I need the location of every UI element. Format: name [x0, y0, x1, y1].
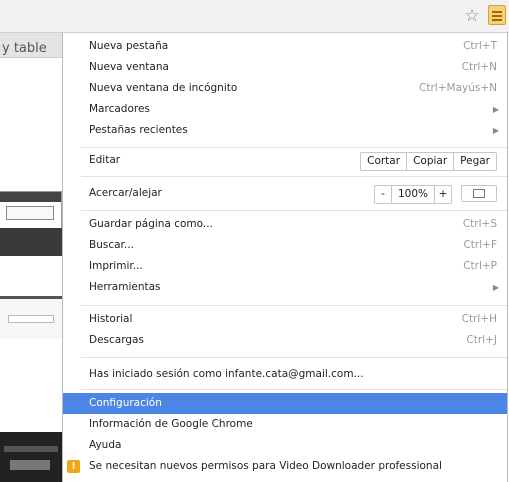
- warning-icon: !: [67, 460, 80, 473]
- menu-item-shortcut: Ctrl+J: [466, 334, 497, 346]
- paste-button[interactable]: Pegar: [454, 153, 496, 170]
- menu-item-new-window[interactable]: Nueva ventana Ctrl+N: [63, 57, 507, 78]
- background-thumbnail: [0, 191, 62, 256]
- cut-button[interactable]: Cortar: [361, 153, 408, 170]
- menu-item-label: Acercar/alejar: [89, 187, 162, 199]
- zoom-in-button[interactable]: +: [435, 186, 451, 203]
- menu-item-shortcut: Ctrl+Mayús+N: [419, 82, 497, 94]
- menu-item-label: Nueva ventana de incógnito: [89, 82, 238, 94]
- chrome-menu-button[interactable]: [488, 5, 506, 25]
- menu-item-label: Has iniciado sesión como infante.cata@gm…: [89, 368, 364, 380]
- menu-item-save-page[interactable]: Guardar página como... Ctrl+S: [63, 214, 507, 235]
- background-page-text: y table: [2, 41, 47, 56]
- menu-item-tools[interactable]: Herramientas ▶: [63, 277, 507, 298]
- menu-item-label: Ayuda: [89, 439, 122, 451]
- menu-item-recent-tabs[interactable]: Pestañas recientes ▶: [63, 120, 507, 141]
- chrome-main-menu: Nueva pestaña Ctrl+T Nueva ventana Ctrl+…: [62, 33, 508, 482]
- menu-item-label: Descargas: [89, 334, 144, 346]
- submenu-arrow-icon: ▶: [492, 283, 499, 292]
- menu-item-label: Buscar...: [89, 239, 134, 251]
- fullscreen-button[interactable]: [461, 185, 497, 202]
- menu-item-label: Editar: [89, 154, 121, 166]
- menu-item-edit: Editar Cortar Copiar Pegar: [63, 150, 507, 171]
- menu-item-shortcut: Ctrl+F: [463, 239, 497, 251]
- menu-item-new-tab[interactable]: Nueva pestaña Ctrl+T: [63, 36, 507, 57]
- zoom-level: 100%: [390, 186, 435, 203]
- menu-separator: [81, 176, 507, 177]
- menu-item-label: Imprimir...: [89, 260, 143, 272]
- menu-item-shortcut: Ctrl+T: [463, 40, 497, 52]
- menu-item-label: Historial: [89, 313, 133, 325]
- menu-item-label: Pestañas recientes: [89, 124, 188, 136]
- menu-item-label: Configuración: [89, 397, 162, 409]
- menu-item-label: Nueva ventana: [89, 61, 169, 73]
- menu-item-shortcut: Ctrl+P: [463, 260, 497, 272]
- menu-item-downloads[interactable]: Descargas Ctrl+J: [63, 330, 507, 351]
- menu-item-label: Información de Google Chrome: [89, 418, 253, 430]
- menu-item-shortcut: Ctrl+N: [461, 61, 497, 73]
- menu-separator: [81, 389, 507, 390]
- submenu-arrow-icon: ▶: [492, 126, 499, 135]
- menu-item-signed-in[interactable]: Has iniciado sesión como infante.cata@gm…: [63, 364, 507, 385]
- menu-separator: [81, 357, 507, 358]
- menu-item-label: Nueva pestaña: [89, 40, 169, 52]
- edit-button-group: Cortar Copiar Pegar: [360, 152, 497, 171]
- menu-item-shortcut: Ctrl+S: [462, 218, 497, 230]
- background-thumbnail: [0, 296, 62, 339]
- menu-item-find[interactable]: Buscar... Ctrl+F: [63, 235, 507, 256]
- menu-separator: [81, 147, 507, 148]
- menu-item-bookmarks[interactable]: Marcadores ▶: [63, 99, 507, 120]
- submenu-arrow-icon: ▶: [492, 105, 499, 114]
- menu-item-permissions[interactable]: ! Se necesitan nuevos permisos para Vide…: [63, 456, 507, 477]
- menu-item-help[interactable]: Ayuda: [63, 435, 507, 456]
- menu-item-label: Herramientas: [89, 281, 161, 293]
- menu-item-settings[interactable]: Configuración: [63, 393, 507, 414]
- copy-button[interactable]: Copiar: [407, 153, 455, 170]
- menu-item-label: Guardar página como...: [89, 218, 213, 230]
- menu-item-zoom: Acercar/alejar - 100% +: [63, 183, 507, 204]
- menu-item-incognito[interactable]: Nueva ventana de incógnito Ctrl+Mayús+N: [63, 78, 507, 99]
- menu-bar-icon: [492, 15, 502, 17]
- menu-separator: [81, 210, 507, 211]
- menu-item-print[interactable]: Imprimir... Ctrl+P: [63, 256, 507, 277]
- menu-bar-icon: [492, 11, 502, 13]
- zoom-control: - 100% +: [373, 185, 452, 204]
- menu-separator: [81, 305, 507, 306]
- bookmark-star-icon[interactable]: ☆: [463, 7, 481, 25]
- menu-item-label: Marcadores: [89, 103, 150, 115]
- background-thumbnail: [0, 432, 62, 482]
- menu-item-label: Se necesitan nuevos permisos para Video …: [89, 460, 442, 472]
- menu-bar-icon: [492, 19, 502, 21]
- browser-toolbar: ☆: [0, 0, 509, 33]
- menu-item-about[interactable]: Información de Google Chrome: [63, 414, 507, 435]
- zoom-out-button[interactable]: -: [375, 186, 391, 203]
- menu-item-shortcut: Ctrl+H: [461, 313, 497, 325]
- menu-item-history[interactable]: Historial Ctrl+H: [63, 309, 507, 330]
